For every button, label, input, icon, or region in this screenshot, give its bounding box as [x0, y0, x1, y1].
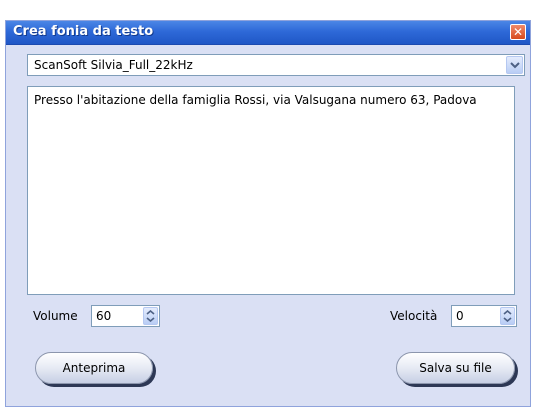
voice-select[interactable]: ScanSoft Silvia_Full_22kHz: [27, 54, 525, 76]
speed-label: Velocità: [390, 309, 438, 323]
volume-label: Volume: [33, 309, 78, 323]
save-to-file-button[interactable]: Salva su file: [396, 352, 515, 384]
spin-arrows-icon: [146, 310, 155, 322]
speed-spin-buttons[interactable]: [500, 307, 515, 325]
speed-value: 0: [456, 309, 464, 323]
preview-button[interactable]: Anteprima: [35, 352, 153, 384]
text-content: Presso l'abitazione della famiglia Rossi…: [34, 93, 477, 107]
close-icon: ✕: [512, 25, 524, 39]
text-input-area[interactable]: Presso l'abitazione della famiglia Rossi…: [27, 86, 515, 295]
voice-select-value: ScanSoft Silvia_Full_22kHz: [34, 58, 193, 72]
close-button[interactable]: ✕: [510, 24, 526, 40]
volume-value: 60: [96, 309, 112, 323]
window-title: Crea fonia da testo: [13, 24, 154, 39]
spin-arrows-icon: [503, 310, 512, 322]
dropdown-button[interactable]: [506, 56, 523, 74]
volume-spinner[interactable]: 60: [91, 305, 160, 327]
title-bar[interactable]: Crea fonia da testo ✕: [6, 21, 530, 45]
chevron-down-icon: [510, 62, 520, 69]
volume-spin-buttons[interactable]: [143, 307, 158, 325]
speed-spinner[interactable]: 0: [451, 305, 517, 327]
